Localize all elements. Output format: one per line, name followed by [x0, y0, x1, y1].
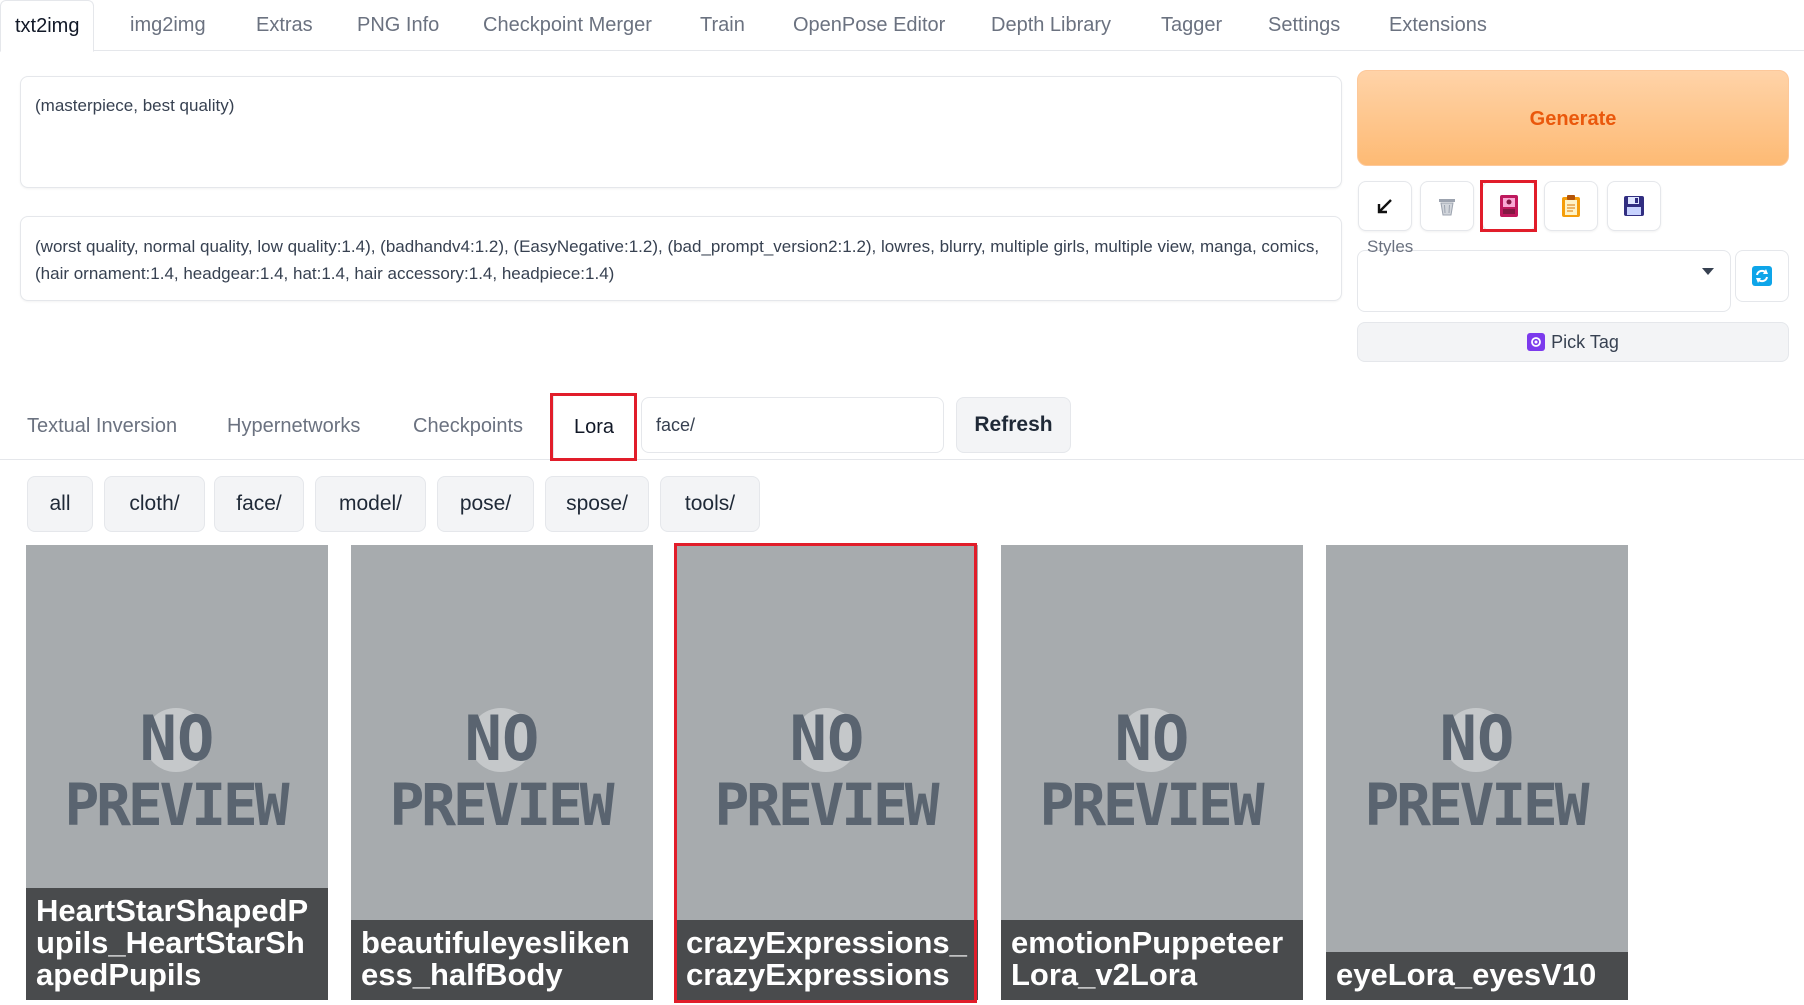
- tab-train[interactable]: Train: [700, 0, 745, 51]
- no-preview-line1: NO: [1440, 702, 1515, 775]
- tab-openpose-editor[interactable]: OpenPose Editor: [793, 0, 945, 51]
- pick-tag-label: Pick Tag: [1551, 331, 1619, 352]
- filter-pose[interactable]: pose/: [437, 476, 534, 532]
- lora-card[interactable]: NO PREVIEW beautifuleyeslikeness_halfBod…: [351, 545, 653, 1000]
- chevron-down-icon: [1702, 268, 1714, 275]
- tab-settings[interactable]: Settings: [1268, 0, 1340, 51]
- lora-card[interactable]: NO PREVIEW HeartStarShapedPupils_HeartSt…: [26, 545, 328, 1000]
- tab-extras[interactable]: Extras: [256, 0, 313, 51]
- no-preview-line1: NO: [1115, 702, 1190, 775]
- card-title: HeartStarShapedPupils_HeartStarShapedPup…: [26, 888, 328, 1000]
- no-preview-line1: NO: [465, 702, 540, 775]
- no-preview-line1: NO: [140, 702, 215, 775]
- save-floppy-icon: [1624, 196, 1644, 216]
- lora-card[interactable]: NO PREVIEW eyeLora_eyesV10: [1326, 545, 1628, 1000]
- tab-tagger[interactable]: Tagger: [1161, 0, 1222, 51]
- trash-icon: [1439, 199, 1455, 216]
- tab-png-info[interactable]: PNG Info: [357, 0, 439, 51]
- refresh-button[interactable]: Refresh: [956, 397, 1071, 453]
- no-preview-line2: PREVIEW: [65, 771, 290, 839]
- styles-dropdown[interactable]: [1357, 250, 1731, 312]
- card-title: emotionPuppeteerLora_v2Lora: [1001, 920, 1303, 1000]
- refresh-icon: [1752, 266, 1772, 286]
- clipboard-icon: [1562, 195, 1580, 217]
- card-title: beautifuleyeslikeness_halfBody: [351, 920, 653, 1000]
- generate-button[interactable]: Generate: [1357, 70, 1789, 166]
- tab-hypernetworks[interactable]: Hypernetworks: [227, 398, 360, 454]
- no-preview-line2: PREVIEW: [1040, 771, 1265, 839]
- save-style-button[interactable]: [1607, 181, 1661, 231]
- negative-prompt-input[interactable]: (worst quality, normal quality, low qual…: [20, 216, 1342, 301]
- pick-tag-button[interactable]: Pick Tag: [1357, 322, 1789, 362]
- lora-card[interactable]: NO PREVIEW emotionPuppeteerLora_v2Lora: [1001, 545, 1303, 1000]
- extra-networks-highlight: [1480, 180, 1537, 232]
- styles-label: Styles: [1367, 237, 1414, 256]
- selected-card-highlight: [674, 543, 977, 1003]
- no-preview-image: NO PREVIEW: [1365, 702, 1590, 839]
- filter-cloth[interactable]: cloth/: [104, 476, 205, 532]
- clear-prompt-button[interactable]: [1420, 181, 1474, 231]
- network-search-input[interactable]: face/: [641, 397, 944, 453]
- pick-tag-icon: [1527, 333, 1546, 351]
- network-tabs-divider: [0, 459, 1804, 460]
- tab-checkpoints[interactable]: Checkpoints: [413, 398, 523, 454]
- top-tab-bar: txt2img img2img Extras PNG Info Checkpoi…: [0, 0, 1804, 52]
- filter-face[interactable]: face/: [214, 476, 304, 532]
- filter-all[interactable]: all: [27, 476, 93, 532]
- read-params-button[interactable]: [1358, 181, 1412, 231]
- filter-tools[interactable]: tools/: [660, 476, 760, 532]
- tab-txt2img[interactable]: txt2img: [0, 0, 95, 52]
- lora-tab-highlight: [550, 393, 637, 461]
- refresh-styles-button[interactable]: [1735, 250, 1789, 302]
- paste-button[interactable]: [1544, 181, 1598, 231]
- no-preview-line2: PREVIEW: [1365, 771, 1590, 839]
- read-params-arrow-icon: [1377, 199, 1392, 214]
- no-preview-line2: PREVIEW: [390, 771, 615, 839]
- card-title: eyeLora_eyesV10: [1326, 952, 1628, 1000]
- tab-img2img[interactable]: img2img: [130, 0, 206, 51]
- filter-model[interactable]: model/: [315, 476, 426, 532]
- filter-spose[interactable]: spose/: [545, 476, 649, 532]
- negative-prompt-text: (worst quality, normal quality, low qual…: [35, 237, 1320, 283]
- tab-textual-inversion[interactable]: Textual Inversion: [27, 398, 177, 454]
- positive-prompt-text: (masterpiece, best quality): [35, 96, 235, 115]
- positive-prompt-input[interactable]: (masterpiece, best quality): [20, 76, 1342, 188]
- tab-extensions[interactable]: Extensions: [1389, 0, 1487, 51]
- tab-depth-library[interactable]: Depth Library: [991, 0, 1111, 51]
- tab-checkpoint-merger[interactable]: Checkpoint Merger: [483, 0, 652, 51]
